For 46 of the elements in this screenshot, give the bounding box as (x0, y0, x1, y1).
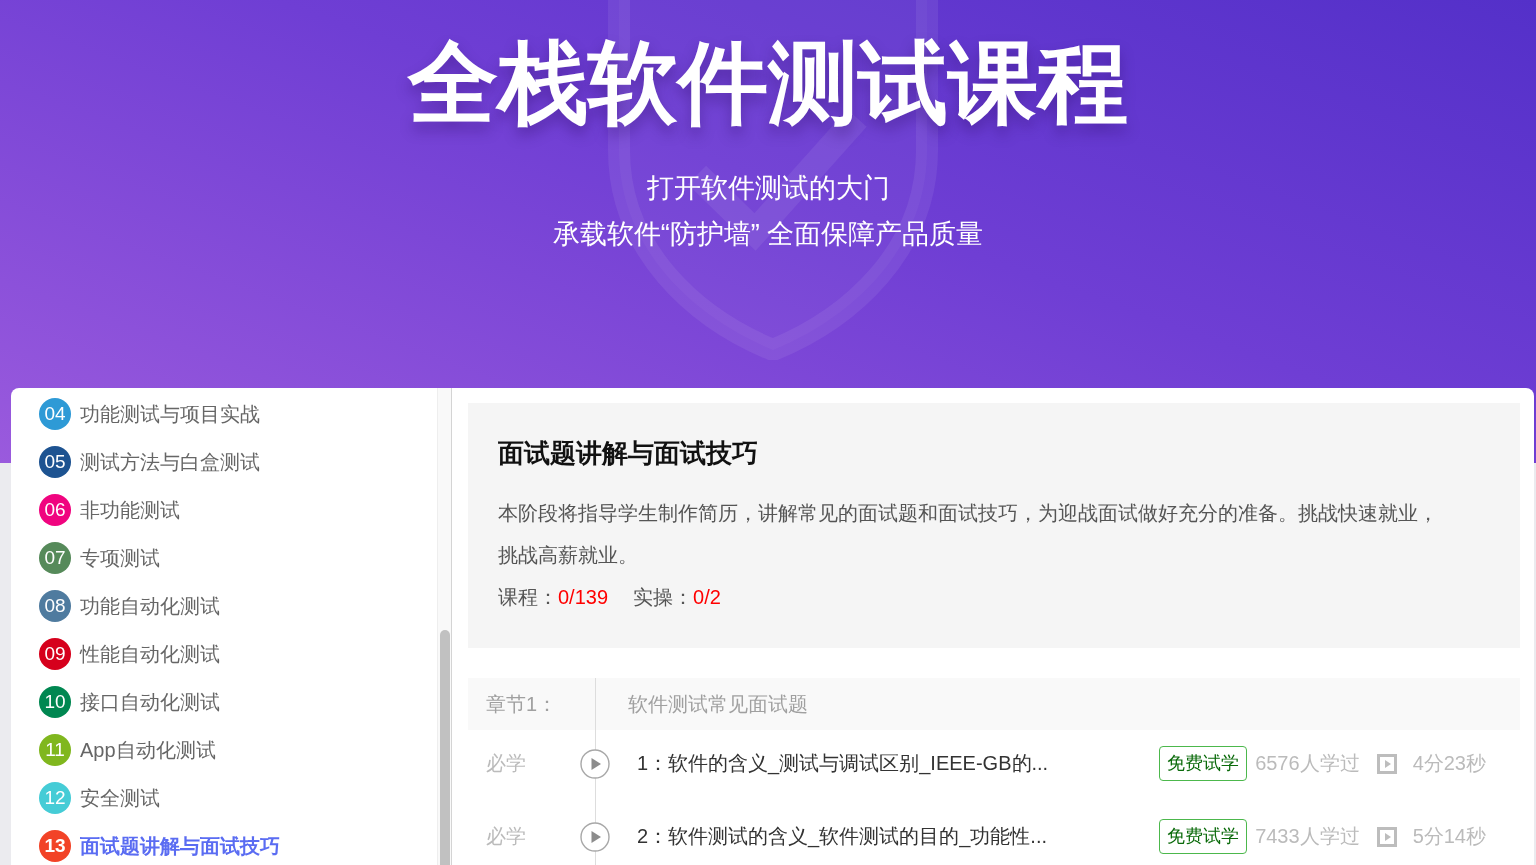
number-badge: 13 (39, 830, 71, 862)
number-badge: 04 (39, 398, 71, 430)
number-badge: 10 (39, 686, 71, 718)
banner-subtitle: 承载软件“防护墙” 全面保障产品质量 (552, 218, 984, 251)
number-badge: 06 (39, 494, 71, 526)
required-label: 必学 (486, 751, 526, 776)
sidebar-item[interactable]: 11 App自动化测试 (11, 726, 216, 774)
number-badge: 11 (39, 734, 71, 766)
video-icon (1376, 753, 1397, 774)
lesson-title[interactable]: 2：软件测试的含义_软件测试的目的_功能性... (637, 823, 1048, 850)
sidebar-item[interactable]: 05 测试方法与白盒测试 (11, 438, 260, 486)
lesson-duration: 4分23秒 (1412, 751, 1486, 776)
sidebar-item[interactable]: 10 接口自动化测试 (11, 678, 220, 726)
sidebar-item[interactable]: 13 面试题讲解与面试技巧 (11, 822, 280, 865)
number-badge: 08 (39, 590, 71, 622)
banner-title: 全栈软件测试课程 (406, 32, 1129, 135)
number-badge: 12 (39, 782, 71, 814)
number-badge: 07 (39, 542, 71, 574)
stage-description: 本阶段将指导学生制作简历，讲解常见的面试题和面试技巧，为迎战面试做好充分的准备。挑战快速就业，挑战高薪就业。 (498, 501, 1439, 568)
required-label: 必学 (486, 824, 526, 849)
number-badge: 05 (39, 446, 71, 478)
lesson-title[interactable]: 1：软件的含义_测试与调试区别_IEEE-GB的... (637, 750, 1049, 777)
scrollbar-thumb[interactable] (439, 630, 450, 865)
sidebar-item[interactable]: 12 安全测试 (11, 774, 160, 822)
sidebar-item[interactable]: 08 功能自动化测试 (11, 582, 220, 630)
sidebar-item[interactable]: 09 性能自动化测试 (11, 630, 220, 678)
chapter-title: 软件测试常见面试题 (628, 691, 808, 717)
stat-label: 实操： (633, 585, 694, 610)
learner-count: 7433人学过 (1255, 824, 1360, 849)
trial-tag[interactable]: 免费试学 (1159, 746, 1248, 781)
banner-subtitle: 打开软件测试的大门 (646, 172, 890, 205)
play-icon[interactable] (580, 748, 610, 779)
stat-value: 0/139 (558, 585, 609, 610)
stat-value: 0/2 (693, 585, 721, 610)
sidebar-item[interactable]: 04 功能测试与项目实战 (11, 390, 260, 438)
number-badge: 09 (39, 638, 71, 670)
lesson-duration: 5分14秒 (1412, 824, 1486, 849)
chapter-label: 章节1： (486, 691, 558, 717)
sidebar-item[interactable]: 07 专项测试 (11, 534, 160, 582)
video-icon (1376, 826, 1397, 847)
trial-tag[interactable]: 免费试学 (1159, 819, 1248, 854)
learner-count: 6576人学过 (1255, 751, 1360, 776)
stat-label: 课程： (498, 585, 558, 610)
play-icon[interactable] (580, 821, 610, 852)
stage-title: 面试题讲解与面试技巧 (498, 437, 758, 470)
sidebar-item[interactable]: 06 非功能测试 (11, 486, 180, 534)
